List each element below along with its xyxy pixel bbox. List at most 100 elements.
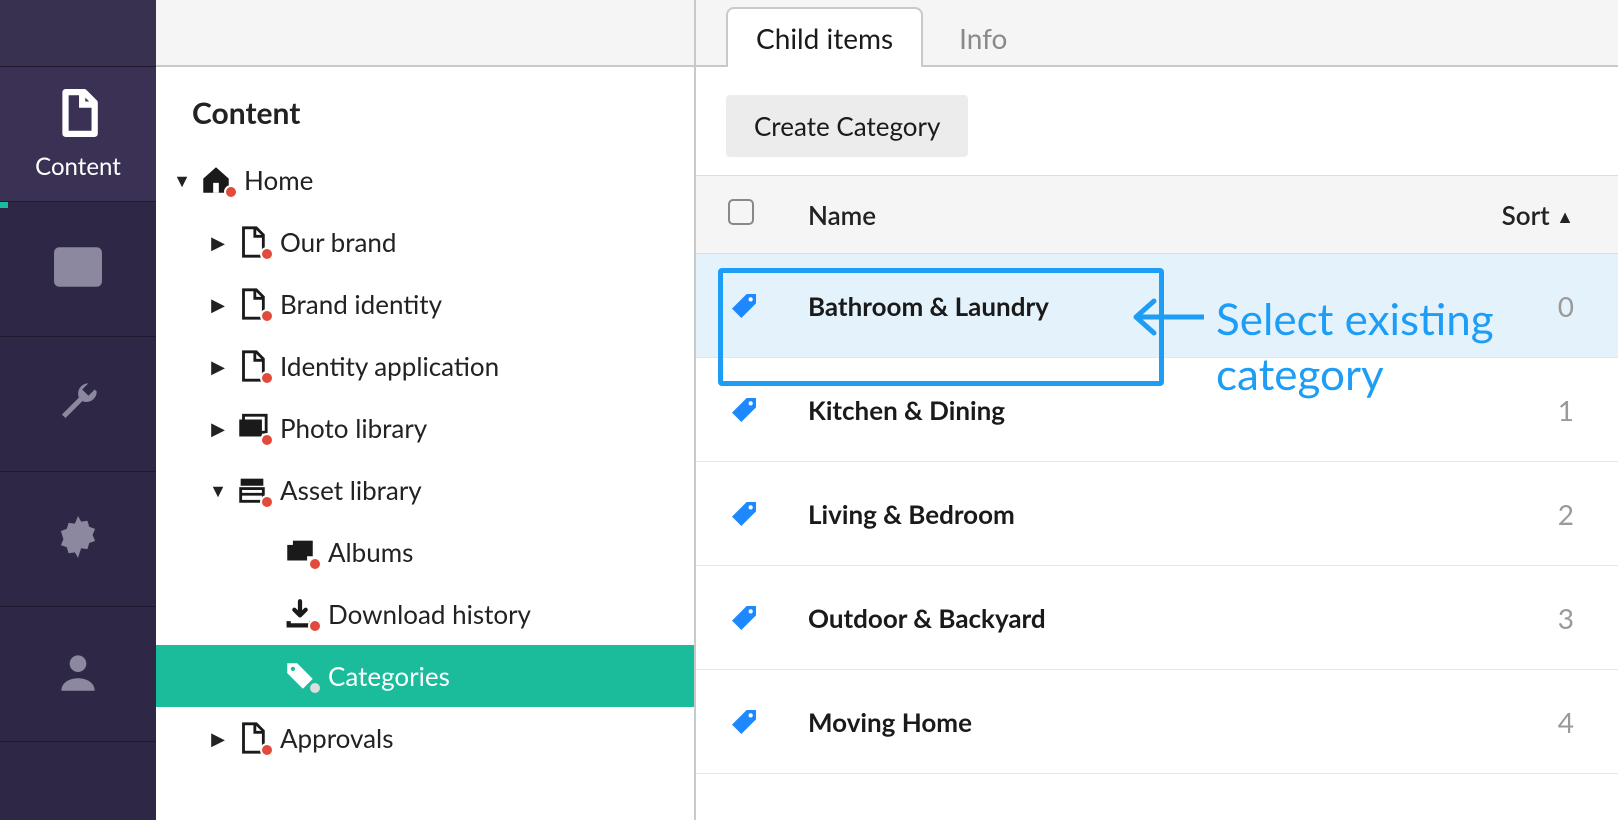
row-icon-cell xyxy=(696,566,786,670)
tree-row-categories[interactable]: ▶Categories xyxy=(156,645,694,707)
wrench-icon xyxy=(53,377,103,431)
minus-badge-icon xyxy=(260,371,274,385)
tree-row-label: Categories xyxy=(328,660,450,692)
table-row[interactable]: Bathroom & Laundry0 xyxy=(696,254,1618,358)
tree-row-label: Albums xyxy=(328,536,413,568)
table-row[interactable]: Outdoor & Backyard3 xyxy=(696,566,1618,670)
row-icon-cell xyxy=(696,254,786,358)
home-icon xyxy=(196,163,236,197)
tree-panel: Content ▼ Home ▶ Our brand ▶ Brand identity ▶ I… xyxy=(156,0,696,820)
tree-row-brand-identity[interactable]: ▶ Brand identity xyxy=(156,273,694,335)
tab-label: Child items xyxy=(756,21,893,55)
image-icon xyxy=(53,242,103,296)
minus-badge-icon xyxy=(260,743,274,757)
rail-item-settings[interactable] xyxy=(0,472,156,607)
rail-item-users[interactable] xyxy=(0,607,156,742)
tree-row-label: Identity application xyxy=(280,350,499,382)
tag-icon xyxy=(722,706,760,738)
page-icon xyxy=(232,721,272,755)
caret-right-icon: ▶ xyxy=(204,231,232,254)
tree-row-asset-library[interactable]: ▼ Asset library xyxy=(156,459,694,521)
name-column-header[interactable]: Name xyxy=(786,176,1448,254)
row-sort: 1 xyxy=(1448,358,1618,462)
sort-asc-icon: ▲ xyxy=(1556,205,1574,227)
minus-badge-icon xyxy=(260,247,274,261)
table-row[interactable]: Kitchen & Dining1 xyxy=(696,358,1618,462)
tree-row-our-brand[interactable]: ▶ Our brand xyxy=(156,211,694,273)
photos-icon xyxy=(232,411,272,445)
gear-icon xyxy=(53,512,103,566)
row-name: Kitchen & Dining xyxy=(786,358,1448,462)
page-icon xyxy=(232,349,272,383)
tab-label: Info xyxy=(959,21,1007,55)
caret-down-icon: ▼ xyxy=(168,169,196,192)
tree-row-label: Asset library xyxy=(280,474,422,506)
tree-row-identity-application[interactable]: ▶ Identity application xyxy=(156,335,694,397)
tree-row-label: Brand identity xyxy=(280,288,442,320)
tree-row-download-history[interactable]: ▶Download history xyxy=(156,583,694,645)
page-icon xyxy=(232,287,272,321)
rail-item-media[interactable] xyxy=(0,202,156,337)
sort-column-header[interactable]: Sort ▲ xyxy=(1448,176,1618,254)
row-sort: 3 xyxy=(1448,566,1618,670)
checkbox-icon xyxy=(728,199,754,225)
albums-icon xyxy=(280,535,320,569)
minus-badge-icon xyxy=(308,557,322,571)
caret-right-icon: ▶ xyxy=(204,727,232,750)
caret-right-icon: ▶ xyxy=(204,293,232,316)
column-label: Name xyxy=(808,199,876,231)
tag-icon xyxy=(722,602,760,634)
minus-badge-icon xyxy=(260,309,274,323)
select-all-header[interactable] xyxy=(696,176,786,254)
minus-badge-icon xyxy=(224,185,238,199)
row-icon-cell xyxy=(696,358,786,462)
user-icon xyxy=(53,647,103,701)
table-row[interactable]: Moving Home4 xyxy=(696,670,1618,774)
row-sort: 4 xyxy=(1448,670,1618,774)
tree-row-home[interactable]: ▼ Home xyxy=(156,149,694,211)
tree-row-label: Approvals xyxy=(280,722,393,754)
minus-badge-icon xyxy=(308,619,322,633)
row-name: Outdoor & Backyard xyxy=(786,566,1448,670)
tree-row-label: Our brand xyxy=(280,226,397,258)
nav-rail: Content xyxy=(0,0,156,820)
tab-info[interactable]: Info xyxy=(929,7,1037,67)
tree-topstrip xyxy=(156,0,694,67)
tag-icon xyxy=(722,394,760,426)
tab-child-items[interactable]: Child items xyxy=(726,7,923,67)
column-label: Sort xyxy=(1502,199,1550,231)
caret-right-icon: ▶ xyxy=(204,355,232,378)
tag-icon xyxy=(722,498,760,530)
table-row[interactable]: Living & Bedroom2 xyxy=(696,462,1618,566)
tree-row-label: Download history xyxy=(328,598,531,630)
tree-row-approvals[interactable]: ▶ Approvals xyxy=(156,707,694,769)
tab-bar: Child items Info xyxy=(696,0,1618,67)
category-table: Name Sort ▲ Bathroom & Laundry0Kitchen &… xyxy=(696,175,1618,774)
row-icon-cell xyxy=(696,670,786,774)
tree-row-albums[interactable]: ▶Albums xyxy=(156,521,694,583)
tree-row-label: Home xyxy=(244,164,313,196)
tree-row-label: Photo library xyxy=(280,412,427,444)
rail-item-tools[interactable] xyxy=(0,337,156,472)
tag-icon xyxy=(722,290,760,322)
row-sort: 2 xyxy=(1448,462,1618,566)
asset-icon xyxy=(232,473,272,507)
rail-item-content[interactable]: Content xyxy=(0,67,156,202)
button-label: Create Category xyxy=(754,110,940,142)
page-icon xyxy=(232,225,272,259)
dl-icon xyxy=(280,597,320,631)
tags-icon xyxy=(280,659,320,693)
rail-topstrip xyxy=(0,0,156,67)
tree-title: Content xyxy=(156,67,694,149)
rail-item-label: Content xyxy=(35,152,121,181)
content-tree: ▼ Home ▶ Our brand ▶ Brand identity ▶ Identity … xyxy=(156,149,694,769)
minus-badge-icon xyxy=(260,433,274,447)
row-icon-cell xyxy=(696,462,786,566)
tree-row-photo-library[interactable]: ▶Photo library xyxy=(156,397,694,459)
row-name: Moving Home xyxy=(786,670,1448,774)
row-sort: 0 xyxy=(1448,254,1618,358)
caret-down-icon: ▼ xyxy=(204,479,232,502)
create-category-button[interactable]: Create Category xyxy=(726,95,968,157)
action-bar: Create Category xyxy=(696,67,1618,175)
table-header-row: Name Sort ▲ xyxy=(696,176,1618,254)
